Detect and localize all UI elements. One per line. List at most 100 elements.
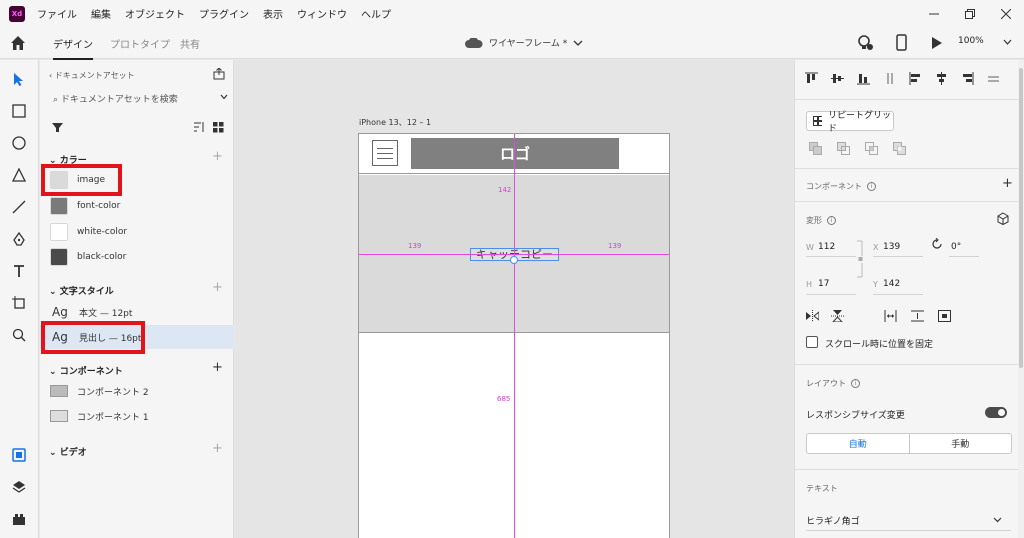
component-item[interactable]: コンポーネント 2	[40, 379, 234, 403]
assets-panel-button[interactable]	[10, 446, 28, 464]
device-preview-icon[interactable]	[895, 34, 909, 52]
rotate-icon[interactable]	[931, 238, 943, 250]
color-label: white-color	[77, 227, 128, 237]
toolbar: デザイン プロトタイプ 共有 ワイヤーフレーム * 100%	[0, 27, 1024, 60]
pen-tool[interactable]	[10, 230, 28, 248]
resize-manual-option[interactable]: 手動	[910, 434, 1012, 453]
resize-auto-option[interactable]: 自動	[807, 434, 910, 453]
distribute-vertical-icon[interactable]	[883, 72, 896, 85]
document-title[interactable]: ワイヤーフレーム *	[465, 36, 583, 49]
fix-width-icon[interactable]	[884, 310, 897, 322]
boolean-exclude-icon[interactable]	[893, 142, 907, 155]
align-left-icon[interactable]	[909, 72, 922, 85]
polygon-tool[interactable]	[10, 166, 28, 184]
align-bottom-icon[interactable]	[857, 72, 870, 85]
close-icon	[1001, 8, 1011, 19]
logo-placeholder[interactable]: ロゴ	[411, 138, 619, 169]
distribute-horizontal-icon[interactable]	[987, 72, 1000, 85]
close-button[interactable]	[988, 0, 1024, 27]
menu-file[interactable]: ファイル	[37, 6, 77, 21]
text-tool[interactable]	[10, 262, 28, 280]
play-icon[interactable]	[930, 34, 944, 52]
grid-view-icon[interactable]	[213, 122, 224, 133]
rotation-field[interactable]: 0°	[951, 242, 961, 252]
boolean-intersect-icon[interactable]	[865, 142, 879, 155]
repeat-grid-button[interactable]: リピートグリッド	[806, 111, 894, 134]
menu-object[interactable]: オブジェクト	[125, 6, 185, 21]
home-icon[interactable]	[9, 34, 27, 52]
lock-aspect-icon[interactable]	[857, 240, 863, 280]
ellipse-tool[interactable]	[10, 134, 28, 152]
add-component-button[interactable]: +	[212, 360, 223, 375]
artboard[interactable]: ロゴ キャッチコピー 142 139 139 685	[358, 133, 670, 538]
boolean-subtract-icon[interactable]	[837, 142, 851, 155]
menu-plugins[interactable]: プラグイン	[199, 6, 249, 21]
menu-edit[interactable]: 編集	[91, 6, 111, 21]
boolean-add-icon[interactable]	[809, 142, 823, 155]
component-item[interactable]: コンポーネント 1	[40, 404, 234, 428]
scrollbar-thumb[interactable]	[1019, 68, 1023, 368]
text-styles-section-title[interactable]: ⌄ 文字スタイル	[49, 284, 114, 297]
font-family-select[interactable]: ヒラギノ角ゴ	[806, 514, 860, 527]
menu-window[interactable]: ウィンドウ	[297, 6, 347, 21]
add-component-button[interactable]: +	[1002, 176, 1013, 191]
zoom-chevron-icon[interactable]	[1003, 39, 1012, 46]
color-asset-white-color[interactable]: white-color	[40, 220, 234, 244]
y-field[interactable]: 142	[883, 279, 900, 289]
artboard-label[interactable]: iPhone 13、12 – 1	[359, 117, 431, 128]
responsive-resize-toggle[interactable]	[985, 407, 1007, 418]
align-middle-icon[interactable]	[831, 72, 844, 85]
x-field[interactable]: 139	[883, 242, 900, 252]
pin-edges-icon[interactable]	[938, 310, 951, 322]
assets-header[interactable]: ‹ ドキュメントアセット	[49, 70, 135, 81]
asset-search-field[interactable]: ⌕ ドキュメントアセットを検索	[53, 92, 228, 105]
height-field[interactable]: 17	[818, 279, 829, 289]
sort-icon[interactable]	[193, 122, 205, 133]
flip-vertical-icon[interactable]	[831, 310, 844, 322]
export-icon[interactable]	[213, 68, 225, 80]
font-chevron-icon[interactable]	[993, 517, 1002, 523]
info-icon[interactable]: i	[851, 379, 860, 388]
add-color-button[interactable]: +	[212, 149, 223, 164]
component-thumbnail	[50, 410, 68, 422]
layers-panel-button[interactable]	[10, 478, 28, 496]
share-user-icon[interactable]	[856, 34, 874, 52]
hamburger-menu-icon[interactable]	[372, 140, 398, 166]
zoom-level[interactable]: 100%	[958, 36, 984, 46]
menu-help[interactable]: ヘルプ	[361, 6, 391, 21]
info-icon[interactable]: i	[867, 182, 876, 191]
plugins-panel-button[interactable]	[10, 510, 28, 528]
add-text-style-button[interactable]: +	[212, 280, 223, 295]
tab-prototype[interactable]: プロトタイプ	[110, 36, 170, 51]
filter-icon[interactable]	[52, 122, 63, 133]
tab-share[interactable]: 共有	[180, 36, 200, 51]
canvas[interactable]: iPhone 13、12 – 1 ロゴ キャッチコピー 142 139 139 …	[235, 60, 793, 538]
align-top-icon[interactable]	[805, 72, 818, 85]
video-section-title[interactable]: ⌄ ビデオ	[49, 445, 87, 458]
fix-height-icon[interactable]	[911, 310, 924, 322]
restore-button[interactable]	[952, 0, 988, 27]
align-right-icon[interactable]	[961, 72, 974, 85]
font-underline	[806, 530, 1011, 531]
rectangle-tool[interactable]	[10, 102, 28, 120]
artboard-tool[interactable]	[10, 294, 28, 312]
color-asset-font-color[interactable]: font-color	[40, 194, 234, 218]
properties-scrollbar[interactable]	[1018, 60, 1024, 538]
fix-scroll-checkbox[interactable]	[806, 336, 818, 348]
add-video-button[interactable]: +	[212, 441, 223, 456]
3d-transform-icon[interactable]	[997, 212, 1009, 225]
line-tool[interactable]	[10, 198, 28, 216]
width-field[interactable]: 112	[818, 242, 835, 252]
color-asset-black-color[interactable]: black-color	[40, 245, 234, 269]
align-center-icon[interactable]	[935, 72, 948, 85]
menu-view[interactable]: 表示	[263, 6, 283, 21]
flip-horizontal-icon[interactable]	[806, 310, 819, 322]
components-section-title[interactable]: ⌄ コンポーネント	[49, 364, 123, 377]
selection-anchor[interactable]	[510, 256, 518, 264]
select-tool[interactable]	[10, 70, 28, 88]
search-chevron-icon[interactable]	[220, 94, 228, 100]
tab-design[interactable]: デザイン	[53, 36, 93, 60]
zoom-tool[interactable]	[10, 326, 28, 344]
minimize-button[interactable]	[916, 0, 952, 27]
info-icon[interactable]: i	[827, 216, 836, 225]
